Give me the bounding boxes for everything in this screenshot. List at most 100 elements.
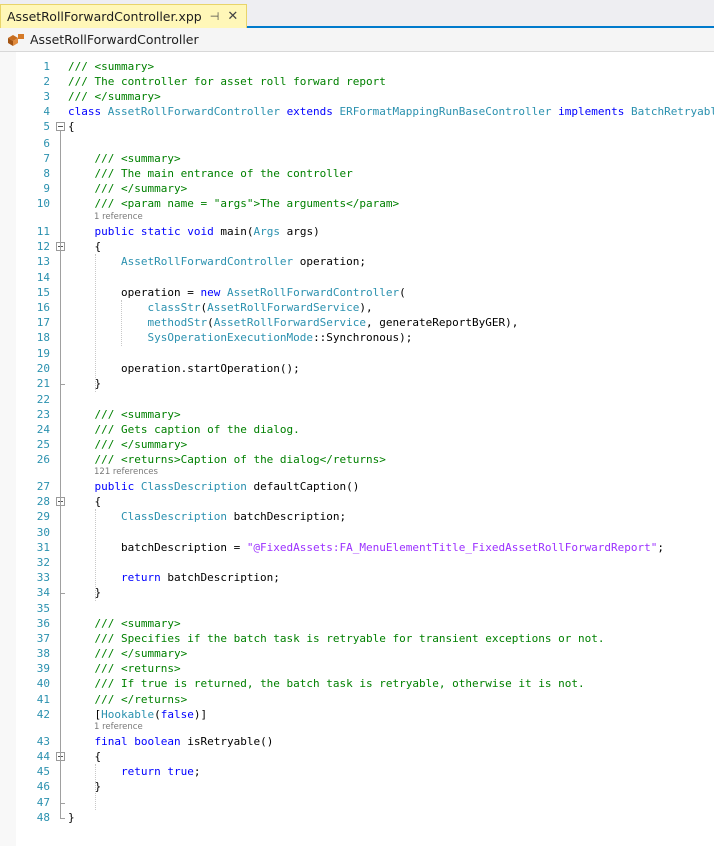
code-line[interactable]: 48}	[0, 810, 714, 825]
code-line[interactable]: 19	[0, 346, 714, 361]
line-number: 21	[36, 377, 50, 390]
code-text: AssetRollForwardController operation;	[68, 254, 366, 269]
code-line[interactable]: 27 public ClassDescription defaultCaptio…	[0, 479, 714, 494]
code-line[interactable]: 41 /// </returns>	[0, 692, 714, 707]
code-token: isRetryable()	[187, 735, 274, 748]
code-line[interactable]: 11 public static void main(Args args)	[0, 224, 714, 239]
collapse-icon[interactable]	[56, 122, 65, 131]
code-line[interactable]: 45 return true;	[0, 764, 714, 779]
code-line[interactable]: 40 /// If true is returned, the batch ta…	[0, 676, 714, 691]
code-line[interactable]: 35	[0, 601, 714, 616]
code-text: {	[68, 749, 101, 764]
code-line[interactable]: 31 batchDescription = "@FixedAssets:FA_M…	[0, 540, 714, 555]
line-number: 39	[36, 662, 50, 675]
code-line[interactable]: 43 final boolean isRetryable()	[0, 734, 714, 749]
code-line[interactable]: 17 methodStr(AssetRollForwardService, ge…	[0, 315, 714, 330]
code-token: SysOperationExecutionMode	[147, 331, 314, 344]
code-line[interactable]: 7 /// <summary>	[0, 151, 714, 166]
line-number: 17	[36, 316, 50, 329]
line-number: 19	[36, 347, 50, 360]
code-line[interactable]: 18 SysOperationExecutionMode::Synchronou…	[0, 330, 714, 345]
code-line[interactable]: 33 return batchDescription;	[0, 570, 714, 585]
fold-outline-end	[60, 384, 65, 385]
line-number: 7	[43, 152, 50, 165]
document-tab[interactable]: AssetRollForwardController.xpp ⊣ ✕	[0, 4, 248, 28]
line-number: 10	[36, 197, 50, 210]
references-codelens[interactable]: 121 references	[94, 466, 158, 478]
code-line[interactable]: 5{	[0, 119, 714, 134]
code-line[interactable]: 6	[0, 136, 714, 151]
fold-outline-end	[60, 818, 65, 819]
code-text: }	[68, 779, 101, 794]
code-token: {	[68, 495, 102, 508]
code-line[interactable]: 4 class AssetRollForwardController extend…	[0, 104, 714, 119]
code-line[interactable]: 3 /// </summary>	[0, 89, 714, 104]
code-line[interactable]: 15 operation = new AssetRollForwardContr…	[0, 285, 714, 300]
code-token: /// If true is returned, the batch task …	[94, 677, 585, 690]
references-codelens[interactable]: 1 reference	[94, 721, 143, 733]
code-text: /// </summary>	[68, 89, 161, 104]
code-token: operation;	[293, 255, 367, 268]
code-text: operation = new AssetRollForwardControll…	[68, 285, 406, 300]
line-number: 4	[43, 105, 50, 118]
code-line[interactable]: 44 {	[0, 749, 714, 764]
code-line[interactable]: 16 classStr(AssetRollForwardService),	[0, 300, 714, 315]
code-token: ;	[193, 765, 201, 778]
code-token: public	[94, 480, 141, 493]
code-line[interactable]: 12 {	[0, 239, 714, 254]
code-line[interactable]: 22	[0, 392, 714, 407]
code-token: ),	[359, 301, 373, 314]
code-token: operation.startOperation();	[68, 362, 300, 375]
code-line[interactable]: 14	[0, 270, 714, 285]
line-number: 20	[36, 362, 50, 375]
code-line[interactable]: 10 /// <param name = "args">The argument…	[0, 196, 714, 211]
code-line[interactable]: 34 }	[0, 585, 714, 600]
tab-title: AssetRollForwardController.xpp	[7, 9, 202, 24]
code-line[interactable]: 1 /// <summary>	[0, 59, 714, 74]
code-line[interactable]: 47	[0, 795, 714, 810]
code-line[interactable]: 39 /// <returns>	[0, 661, 714, 676]
code-text: return batchDescription;	[68, 570, 280, 585]
code-line[interactable]: 24 /// Gets caption of the dialog.	[0, 422, 714, 437]
fold-outline	[60, 131, 61, 818]
code-line[interactable]: 13 AssetRollForwardController operation;	[0, 254, 714, 269]
close-icon[interactable]: ✕	[227, 9, 238, 24]
code-token: }	[68, 586, 102, 599]
code-line[interactable]: 8 /// The main entrance of the controlle…	[0, 166, 714, 181]
code-token: /// <param name = "args">The arguments</…	[94, 197, 400, 210]
code-line[interactable]: 38 /// </summary>	[0, 646, 714, 661]
code-editor[interactable]: 1 /// <summary> 2 /// The controller for as…	[0, 52, 714, 846]
code-line[interactable]: 30	[0, 525, 714, 540]
navigation-bar[interactable]: AssetRollForwardController	[0, 28, 714, 52]
code-line[interactable]: 32	[0, 555, 714, 570]
code-line[interactable]: 21 }	[0, 376, 714, 391]
pin-icon[interactable]: ⊣	[210, 10, 220, 23]
code-line[interactable]: 42 [Hookable(false)]	[0, 707, 714, 722]
code-line[interactable]: 25 /// </summary>	[0, 437, 714, 452]
code-line[interactable]: 2 /// The controller for asset roll forwa…	[0, 74, 714, 89]
code-line[interactable]: 9 /// </summary>	[0, 181, 714, 196]
code-token: classStr	[147, 301, 201, 314]
code-text: /// <returns>Caption of the dialog</retu…	[68, 452, 386, 467]
code-line[interactable]: 23 /// <summary>	[0, 407, 714, 422]
line-number: 23	[36, 408, 50, 421]
code-text: public static void main(Args args)	[68, 224, 320, 239]
fold-outline	[60, 251, 61, 384]
code-line[interactable]: 37 /// Specifies if the batch task is re…	[0, 631, 714, 646]
code-line[interactable]: 28 {	[0, 494, 714, 509]
code-token: args)	[279, 225, 320, 238]
line-number: 42	[36, 708, 50, 721]
code-line[interactable]: 29 ClassDescription batchDescription;	[0, 509, 714, 524]
code-line[interactable]: 46 }	[0, 779, 714, 794]
code-token: AssetRollForwardService	[213, 316, 367, 329]
code-line[interactable]: 20 operation.startOperation();	[0, 361, 714, 376]
code-line[interactable]: 36 /// <summary>	[0, 616, 714, 631]
code-line[interactable]: 26 /// <returns>Caption of the dialog</r…	[0, 452, 714, 467]
references-codelens[interactable]: 1 reference	[94, 211, 143, 223]
line-number: 34	[36, 586, 50, 599]
